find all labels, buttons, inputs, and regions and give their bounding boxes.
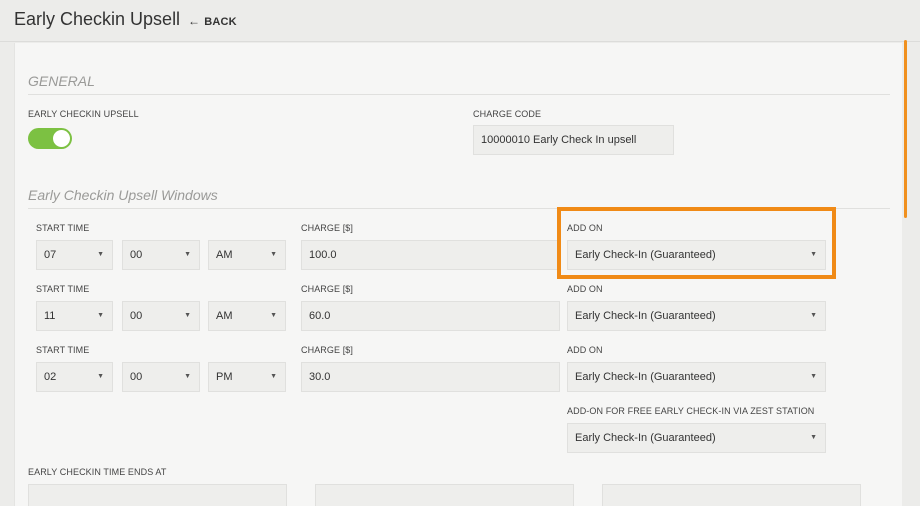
charge-input[interactable]: 30.0	[301, 362, 560, 392]
caret-down-icon: ▼	[270, 251, 277, 258]
start-hour-value: 11	[44, 310, 56, 322]
start-minute-select[interactable]: 00 ▼	[122, 240, 200, 270]
charge-label: CHARGE [$]	[301, 223, 354, 233]
zest-addon-select[interactable]: Early Check-In (Guaranteed) ▼	[567, 423, 826, 453]
start-hour-value: 02	[44, 371, 57, 383]
scrollbar[interactable]	[904, 40, 907, 218]
add-on-label: ADD ON	[567, 345, 603, 355]
ampm-select[interactable]: PM ▼	[208, 362, 286, 392]
back-label: BACK	[204, 16, 237, 28]
toggle-knob	[53, 130, 70, 147]
highlight-box	[557, 207, 836, 279]
checkin-ends-label: EARLY CHECKIN TIME ENDS AT	[28, 467, 167, 477]
charge-input[interactable]: 100.0	[301, 240, 560, 270]
charge-input[interactable]: 60.0	[301, 301, 560, 331]
general-section-title: GENERAL	[28, 73, 95, 89]
start-minute-value: 00	[130, 249, 143, 261]
caret-down-icon: ▼	[270, 312, 277, 319]
start-minute-select[interactable]: 00 ▼	[122, 362, 200, 392]
charge-code-field[interactable]: 10000010 Early Check In upsell	[473, 125, 674, 155]
ampm-value: AM	[216, 249, 233, 261]
ends-hour-select[interactable]	[28, 484, 287, 506]
start-time-label: START TIME	[36, 345, 90, 355]
caret-down-icon: ▼	[184, 251, 191, 258]
zest-addon-value: Early Check-In (Guaranteed)	[575, 432, 716, 444]
ampm-select[interactable]: AM ▼	[208, 240, 286, 270]
ampm-value: PM	[216, 371, 233, 383]
caret-down-icon: ▼	[810, 373, 817, 380]
add-on-value: Early Check-In (Guaranteed)	[575, 371, 716, 383]
caret-down-icon: ▼	[184, 312, 191, 319]
ends-minute-select[interactable]	[315, 484, 574, 506]
add-on-select[interactable]: Early Check-In (Guaranteed) ▼	[567, 301, 826, 331]
section-divider	[28, 94, 890, 95]
windows-section-title: Early Checkin Upsell Windows	[28, 187, 218, 203]
left-arrow-icon: ←	[188, 14, 201, 28]
charge-code-label: CHARGE CODE	[473, 109, 542, 119]
caret-down-icon: ▼	[184, 373, 191, 380]
start-hour-value: 07	[44, 249, 57, 261]
caret-down-icon: ▼	[810, 434, 817, 441]
add-on-label: ADD ON	[567, 284, 603, 294]
caret-down-icon: ▼	[97, 312, 104, 319]
page-title: Early Checkin Upsell	[14, 9, 181, 29]
start-hour-select[interactable]: 11 ▼	[36, 301, 113, 331]
ampm-value: AM	[216, 310, 233, 322]
caret-down-icon: ▼	[97, 251, 104, 258]
caret-down-icon: ▼	[270, 373, 277, 380]
charge-label: CHARGE [$]	[301, 284, 354, 294]
start-minute-select[interactable]: 00 ▼	[122, 301, 200, 331]
start-time-label: START TIME	[36, 284, 90, 294]
start-hour-select[interactable]: 02 ▼	[36, 362, 113, 392]
start-minute-value: 00	[130, 310, 143, 322]
caret-down-icon: ▼	[810, 312, 817, 319]
ampm-select[interactable]: AM ▼	[208, 301, 286, 331]
start-hour-select[interactable]: 07 ▼	[36, 240, 113, 270]
start-time-label: START TIME	[36, 223, 90, 233]
early-checkin-upsell-toggle[interactable]	[28, 128, 72, 149]
charge-label: CHARGE [$]	[301, 345, 354, 355]
upsell-toggle-label: EARLY CHECKIN UPSELL	[28, 109, 139, 119]
add-on-value: Early Check-In (Guaranteed)	[575, 310, 716, 322]
zest-addon-label: ADD-ON FOR FREE EARLY CHECK-IN VIA ZEST …	[567, 406, 815, 416]
ends-ampm-select[interactable]	[602, 484, 861, 506]
top-bar: Early Checkin Upsell ← BACK	[0, 0, 920, 42]
caret-down-icon: ▼	[97, 373, 104, 380]
back-button[interactable]: ← BACK	[188, 14, 237, 28]
start-minute-value: 00	[130, 371, 143, 383]
add-on-select[interactable]: Early Check-In (Guaranteed) ▼	[567, 362, 826, 392]
